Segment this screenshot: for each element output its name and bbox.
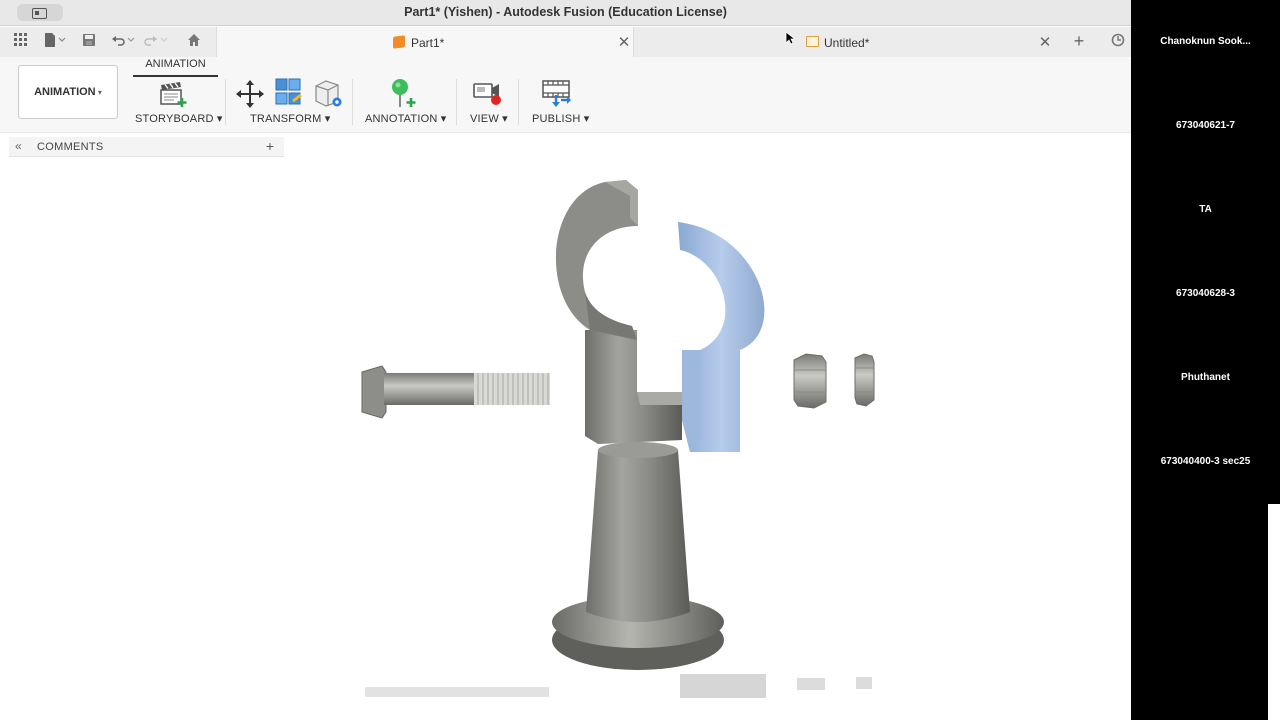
tab-bar: Part1* ✕ Untitled* ✕ + (0, 27, 1131, 57)
comments-label: COMMENTS (37, 141, 104, 153)
participant-name[interactable]: Phuthanet (1131, 372, 1280, 383)
toolbar-divider (456, 79, 457, 125)
clamp-blue-face (682, 350, 700, 452)
viewport-canvas[interactable] (0, 158, 1131, 720)
annotation-pin-icon[interactable] (387, 78, 417, 108)
group-annotation[interactable]: ANNOTATION ▾ (365, 112, 446, 125)
background-strip (1268, 504, 1280, 720)
bolt-thread (474, 373, 550, 405)
bolt-head (361, 365, 387, 419)
comments-panel[interactable]: « COMMENTS + (9, 137, 284, 157)
tab-label: Part1* (411, 36, 445, 50)
tab-part1[interactable]: Part1* ✕ (216, 27, 634, 57)
stand-column-top (598, 442, 678, 458)
group-storyboard[interactable]: STORYBOARD ▾ (135, 112, 223, 125)
hex-nut-2 (854, 353, 875, 407)
participant-name[interactable]: Chanoknun Sook... (1131, 36, 1280, 47)
mouse-cursor-icon (785, 31, 795, 45)
tab-animation[interactable]: ANIMATION (133, 57, 218, 77)
collapse-panel-icon[interactable]: « (15, 139, 22, 153)
base-shadow (680, 674, 766, 698)
participant-name[interactable]: 673040621-7 (1131, 120, 1280, 131)
model-viewport[interactable] (0, 158, 1131, 720)
undo-icon[interactable] (111, 33, 135, 49)
nut-shadow (797, 678, 825, 690)
clamp-ledge (637, 392, 682, 405)
home-icon[interactable] (186, 33, 202, 49)
participant-name[interactable]: 673040628-3 (1131, 288, 1280, 299)
new-tab-plus-icon[interactable]: + (1071, 32, 1087, 50)
tab-label: Untitled* (824, 36, 870, 50)
toolbar-divider (352, 79, 353, 125)
bolt-shadow (365, 687, 549, 697)
toolbar-divider (518, 79, 519, 125)
workspace-switcher-button[interactable]: ANIMATION ▾ (18, 65, 118, 119)
document-icon (806, 36, 819, 47)
group-transform[interactable]: TRANSFORM ▾ (250, 112, 330, 125)
hex-nut-1 (793, 353, 827, 409)
save-icon[interactable] (81, 33, 97, 49)
data-panel-grid-icon[interactable] (13, 33, 29, 49)
part-cube-icon (393, 35, 405, 49)
workspace-label: ANIMATION (34, 86, 96, 98)
toolbar-divider (225, 79, 226, 125)
redo-icon[interactable] (144, 33, 168, 49)
participants-panel: Chanoknun Sook... 673040621-7 TA 6730406… (1131, 0, 1280, 504)
clamp-body-gray (585, 330, 682, 444)
participant-name[interactable]: 673040400-3 sec25 (1131, 456, 1280, 467)
window-title: Part1* (Yishen) - Autodesk Fusion (Educa… (404, 5, 727, 19)
title-bar: Part1* (Yishen) - Autodesk Fusion (Educa… (0, 0, 1131, 26)
group-publish[interactable]: PUBLISH ▾ (532, 112, 589, 125)
tab-untitled[interactable]: Untitled* ✕ (635, 27, 1060, 57)
camera-record-icon[interactable] (472, 78, 502, 108)
participant-name[interactable]: TA (1131, 204, 1280, 215)
move-arrows-icon[interactable] (235, 79, 265, 109)
close-tab-icon[interactable]: ✕ (616, 33, 632, 51)
storyboard-clapper-icon[interactable] (158, 79, 188, 109)
close-tab-icon[interactable]: ✕ (1037, 33, 1053, 51)
fusion-window: Part1* (Yishen) - Autodesk Fusion (Educa… (0, 0, 1131, 720)
transform-components-icon[interactable] (273, 77, 303, 107)
online-status-icon[interactable] (1110, 33, 1126, 49)
file-menu-icon[interactable] (44, 33, 66, 49)
ribbon-toolbar: ANIMATION ▾ ANIMATION STORYBOARD ▾ TRANS… (0, 57, 1131, 133)
bolt-shank (384, 373, 476, 405)
nut-shadow (856, 677, 872, 689)
group-view[interactable]: VIEW ▾ (470, 112, 508, 125)
stand-column (586, 450, 690, 622)
add-comment-plus-icon[interactable]: + (266, 138, 274, 154)
publish-video-icon[interactable] (541, 78, 571, 108)
visibility-cube-icon[interactable] (313, 78, 343, 108)
